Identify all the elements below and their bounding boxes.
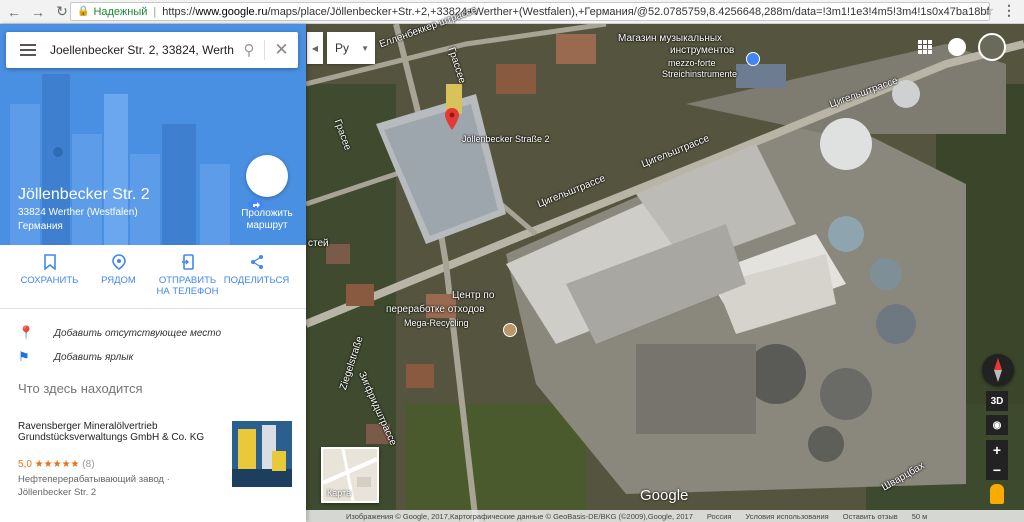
add-location-icon: 📍 <box>18 325 35 340</box>
my-location-icon[interactable]: ◉ <box>986 415 1008 435</box>
action-bar: СОХРАНИТЬ РЯДОМ ОТПРАВИТЬ НА ТЕЛЕФОН ПОД… <box>0 252 306 308</box>
send-to-phone-label: ОТПРАВИТЬ НА ТЕЛЕФОН <box>156 275 219 297</box>
place-address: 33824 Werther (Westfalen) <box>18 207 138 218</box>
bookmark-icon <box>15 252 84 272</box>
zoom-in-button[interactable]: + <box>986 440 1008 460</box>
address-bar[interactable]: 🔒 Надежный | https://www.google.ru/maps/… <box>70 2 990 21</box>
forward-icon[interactable]: → <box>28 2 48 22</box>
bookmark-star-icon[interactable]: ☆ <box>982 3 994 19</box>
notifications-icon[interactable] <box>948 38 966 56</box>
save-label: СОХРАНИТЬ <box>20 275 79 286</box>
search-icon[interactable]: ⚲ <box>234 41 264 59</box>
layer-label: Карта <box>327 488 352 498</box>
place-panel: Joellenbecker Str. 2, 33824, Werth ⚲ ✕ J… <box>0 24 306 522</box>
map-footer: Изображения © Google, 2017,Картографичес… <box>306 510 1024 522</box>
place-title: Jöllenbecker Str. 2 <box>18 186 150 203</box>
dropdown-arrow-icon: ▼ <box>361 43 369 53</box>
whats-here-title: Что здесь находится <box>18 381 143 396</box>
add-missing-place-label: Добавить отсутствующее место <box>54 327 222 339</box>
poi-recycling-name[interactable]: Mega-Recycling <box>404 318 469 328</box>
secure-label: Надежный <box>93 5 148 18</box>
street-view-pegman-icon[interactable] <box>990 484 1004 504</box>
business-rating: 5,0 ★★★★★ (8) <box>18 459 95 470</box>
menu-icon[interactable] <box>20 44 36 56</box>
business-type: Нефтеперерабатывающий завод · <box>18 474 170 485</box>
poi-recycling-line1[interactable]: Центр по <box>452 290 494 301</box>
zoom-out-button[interactable]: − <box>986 460 1008 480</box>
browser-menu-icon[interactable]: ⋮ <box>1002 2 1016 19</box>
back-icon[interactable]: ← <box>4 2 24 22</box>
country-link[interactable]: Россия <box>707 512 732 521</box>
add-missing-place-link[interactable]: 📍 Добавить отсутствующее место <box>18 325 221 341</box>
lock-icon: 🔒 <box>77 6 90 17</box>
business-address: Jöllenbecker Str. 2 <box>18 487 97 498</box>
add-label-text: Добавить ярлык <box>54 351 134 363</box>
map-layer-toggle[interactable]: Карта <box>321 447 379 503</box>
poi-recycling-line2[interactable]: переработке отходов <box>386 304 485 315</box>
business-name[interactable]: Ravensberger Mineralölvertrieb Grundstüc… <box>18 421 218 443</box>
poi-music-name1[interactable]: mezzo-forte <box>668 58 716 68</box>
google-logo: Google <box>640 487 689 504</box>
directions-label[interactable]: Проложить маршрут <box>230 208 304 232</box>
avatar[interactable] <box>978 33 1006 61</box>
add-label-link[interactable]: ⚑ Добавить ярлык <box>18 349 133 365</box>
poi-music-line1[interactable]: Магазин музыкальных <box>618 33 722 44</box>
location-pin-icon[interactable] <box>445 108 459 135</box>
close-icon[interactable]: ✕ <box>264 40 298 60</box>
3d-toggle-button[interactable]: 3D <box>986 391 1008 411</box>
reload-icon[interactable]: ↻ <box>52 2 72 22</box>
save-button[interactable]: СОХРАНИТЬ <box>15 252 84 308</box>
share-label: ПОДЕЛИТЬСЯ <box>223 275 290 286</box>
search-box[interactable]: Joellenbecker Str. 2, 33824, Werth ⚲ ✕ <box>6 32 298 68</box>
place-country: Германия <box>18 221 63 232</box>
shop-poi-icon[interactable] <box>746 52 760 66</box>
search-input[interactable]: Joellenbecker Str. 2, 33824, Werth <box>50 43 234 57</box>
divider <box>0 308 306 309</box>
nearby-button[interactable]: РЯДОМ <box>84 252 153 308</box>
nearby-icon <box>84 252 153 272</box>
nearby-label: РЯДОМ <box>101 275 136 286</box>
recycling-poi-icon[interactable] <box>503 323 517 337</box>
language-value: Ру <box>335 41 350 55</box>
business-photo[interactable] <box>232 421 292 487</box>
send-to-phone-button[interactable]: ОТПРАВИТЬ НА ТЕЛЕФОН <box>153 252 222 308</box>
collapse-panel-button[interactable]: ◀ <box>307 32 323 64</box>
pin-label[interactable]: Jöllenbecker Straße 2 <box>462 134 550 144</box>
poi-music-line2[interactable]: инструментов <box>670 45 734 56</box>
imagery-credit: Изображения © Google, 2017,Картографичес… <box>346 511 693 521</box>
flag-icon: ⚑ <box>18 349 30 364</box>
url-separator: | <box>153 5 157 18</box>
send-to-phone-icon <box>153 252 222 272</box>
satellite-map[interactable] <box>306 24 1024 522</box>
share-icon <box>222 252 291 272</box>
poi-music-name2[interactable]: Streichinstrumente <box>662 69 737 79</box>
share-button[interactable]: ПОДЕЛИТЬСЯ <box>222 252 291 308</box>
feedback-link[interactable]: Оставить отзыв <box>843 512 898 521</box>
scale-label: 50 м <box>911 511 928 521</box>
apps-grid-icon[interactable] <box>918 40 932 54</box>
language-select[interactable]: Ру ▼ <box>327 32 375 64</box>
terms-link[interactable]: Условия использования <box>745 512 828 521</box>
directions-button[interactable] <box>246 155 288 214</box>
browser-toolbar: ← → ↻ 🔒 Надежный | https://www.google.ru… <box>0 0 1024 24</box>
satellite-imagery <box>306 24 1024 522</box>
compass-icon[interactable] <box>982 354 1014 386</box>
street-label: стей <box>308 238 329 249</box>
url-text: https://www.google.ru/maps/place/Jöllenb… <box>162 5 990 18</box>
place-hero: Joellenbecker Str. 2, 33824, Werth ⚲ ✕ J… <box>0 24 306 245</box>
